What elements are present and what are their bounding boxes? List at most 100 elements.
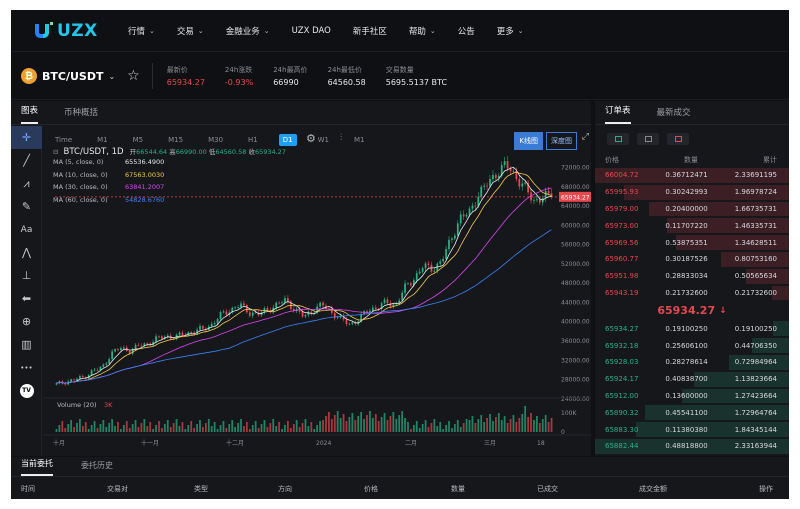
more-tools-icon[interactable]: ••• — [11, 356, 42, 379]
x-tick-label: 二月 — [405, 440, 417, 447]
asks-view-icon[interactable] — [667, 133, 689, 145]
ask-row[interactable]: 65951.98 0.28833034 0.50565634 — [595, 268, 789, 285]
text-tool-icon[interactable]: Aa — [11, 218, 42, 241]
volume-bar — [55, 429, 58, 432]
ask-row[interactable]: 65979.00 0.20400000 1.66735731 — [595, 201, 789, 218]
nav-item-2[interactable]: 金融业务 ⌄ — [226, 25, 270, 37]
ma-line-60 — [56, 229, 552, 384]
bid-row[interactable]: 65882.44 0.48818800 2.33163944 — [595, 438, 789, 455]
bid-row[interactable]: 65924.17 0.40838700 1.13823664 — [595, 371, 789, 388]
price-cell: 65995.93 — [605, 188, 639, 197]
bid-row[interactable]: 65883.30 0.11380380 1.84345144 — [595, 421, 789, 438]
bid-row[interactable]: 65932.18 0.25606100 0.44706350 — [595, 337, 789, 354]
back-arrow-icon[interactable]: ⬅ — [11, 287, 42, 310]
candle-body — [418, 271, 421, 274]
volume-tick: 100K — [561, 410, 577, 417]
candle-body — [544, 190, 547, 199]
ask-row[interactable]: 65995.93 0.30242993 1.96978724 — [595, 184, 789, 201]
volume-bar — [500, 420, 503, 432]
measure-tool-icon[interactable]: ⊥ — [11, 264, 42, 287]
ask-row[interactable]: 65960.77 0.30187526 0.80753160 — [595, 251, 789, 268]
kline-mode-button[interactable]: K线图 — [514, 132, 543, 150]
interval-d1-6[interactable]: D1 — [278, 133, 297, 146]
candle-body — [105, 363, 108, 365]
collapse-icon[interactable]: ⊟ — [53, 148, 58, 156]
interval-time-0[interactable]: Time — [51, 134, 76, 146]
interval-m30-4[interactable]: M30 — [204, 134, 227, 146]
logo[interactable]: UZX — [33, 21, 128, 41]
zoom-tool-icon[interactable]: ⊕ — [11, 310, 42, 333]
bid-row[interactable]: 65934.27 0.19100250 0.19100250 — [595, 320, 789, 337]
tab-chart[interactable]: 图表 — [21, 104, 39, 124]
mid-price[interactable]: 65934.27 ↓ — [595, 301, 789, 320]
tradingview-logo: TV — [11, 379, 42, 402]
line-tool-icon[interactable]: ╱ — [11, 149, 42, 172]
both-sides-view-icon[interactable] — [607, 133, 629, 145]
pair-selector[interactable]: BTC/USDT — [42, 70, 103, 83]
ma-legend-row: MA (60, close, 0) 54828.6760 — [53, 194, 164, 207]
bid-row[interactable]: 65890.32 0.45541100 1.72964764 — [595, 404, 789, 421]
depth-mode-button[interactable]: 深度图 — [546, 132, 577, 150]
tab-latest-trades[interactable]: 最新成交 — [657, 106, 691, 124]
nav-item-4[interactable]: 新手社区 — [353, 25, 387, 37]
chart-area[interactable]: Time M1 M5 M15 M30 H1 D1 W1 M1 ⚙ ⫶ K线图 深度图 ⤢ ⊟ B… — [43, 126, 591, 456]
tab-order-history[interactable]: 委托历史 — [81, 460, 113, 476]
candle-body — [260, 312, 263, 316]
nav-item-7[interactable]: 更多 ⌄ — [497, 25, 524, 37]
volume-bar — [386, 420, 389, 432]
interval-w1-7[interactable]: W1 — [314, 134, 333, 146]
nav-item-6[interactable]: 公告 — [458, 25, 475, 37]
volume-bar — [536, 416, 538, 432]
tab-open-orders[interactable]: 当前委托 — [21, 458, 53, 476]
volume-bar — [245, 422, 248, 432]
ruler-tool-icon[interactable]: ▥ — [11, 333, 42, 356]
interval-h1-5[interactable]: H1 — [244, 134, 262, 146]
volume-bar — [134, 420, 137, 432]
fib-tool-icon[interactable]: ⩘ — [11, 172, 42, 195]
fullscreen-icon[interactable]: ⤢ — [582, 132, 589, 142]
nav-item-0[interactable]: 行情 ⌄ — [128, 25, 155, 37]
brush-tool-icon[interactable]: ✎ — [11, 195, 42, 218]
volume-bar — [243, 426, 245, 432]
volume-bar — [152, 429, 155, 432]
crosshair-tool-icon[interactable]: ✛ — [11, 126, 42, 149]
tab-coin-overview[interactable]: 币种概括 — [64, 106, 98, 124]
volume-bar — [333, 415, 336, 432]
chart-panel: 图表 币种概括 ✛ ╱ ⩘ ✎ Aa ⋀ ⊥ ⬅ ⊕ ▥ ••• TV Time M1 M5 M15 M30 H… — [11, 101, 591, 456]
ask-row[interactable]: 65969.56 0.53875351 1.34628511 — [595, 234, 789, 251]
candle-body — [178, 332, 181, 335]
candle-body — [503, 161, 506, 166]
candle-body — [412, 280, 415, 286]
nav-item-3[interactable]: UZX DAO — [292, 25, 331, 37]
chevron-down-icon: ⌄ — [429, 26, 436, 35]
bid-row[interactable]: 65928.03 0.28278614 0.72984964 — [595, 354, 789, 371]
interval-m1-8[interactable]: M1 — [350, 134, 369, 146]
indicator-icon[interactable]: ⫶ — [340, 133, 342, 143]
nav-item-5[interactable]: 帮助 ⌄ — [409, 25, 436, 37]
total-cell: 1.84345144 — [734, 425, 777, 434]
interval-m15-3[interactable]: M15 — [164, 134, 187, 146]
settings-gear-icon[interactable]: ⚙ — [306, 132, 316, 145]
interval-m1-1[interactable]: M1 — [93, 134, 112, 146]
favorite-star-icon[interactable]: ☆ — [127, 68, 140, 84]
volume-bar — [90, 425, 93, 432]
ma-label: MA (10, close, 0) — [53, 170, 108, 179]
nav-item-1[interactable]: 交易 ⌄ — [177, 25, 204, 37]
bids-view-icon[interactable] — [637, 133, 659, 145]
ask-row[interactable]: 66004.72 0.36712471 2.33691195 — [595, 167, 789, 184]
candle-body — [114, 349, 116, 352]
candle-body — [547, 190, 550, 194]
pattern-tool-icon[interactable]: ⋀ — [11, 241, 42, 264]
volume-bar — [298, 427, 301, 432]
candle-body — [345, 319, 348, 324]
volume-bar — [465, 419, 468, 432]
interval-m5-2[interactable]: M5 — [129, 134, 148, 146]
x-tick-label: 十一月 — [141, 439, 159, 447]
ask-row[interactable]: 65973.00 0.11707220 1.46335731 — [595, 217, 789, 234]
candle-body — [474, 205, 477, 207]
ask-row[interactable]: 65943.19 0.21732600 0.21732600 — [595, 285, 789, 302]
tab-orderbook[interactable]: 订单表 — [605, 104, 631, 124]
candle-body — [494, 174, 497, 179]
bid-row[interactable]: 65912.00 0.13600000 1.27423664 — [595, 388, 789, 405]
chevron-down-icon[interactable]: ⌄ — [108, 72, 115, 81]
